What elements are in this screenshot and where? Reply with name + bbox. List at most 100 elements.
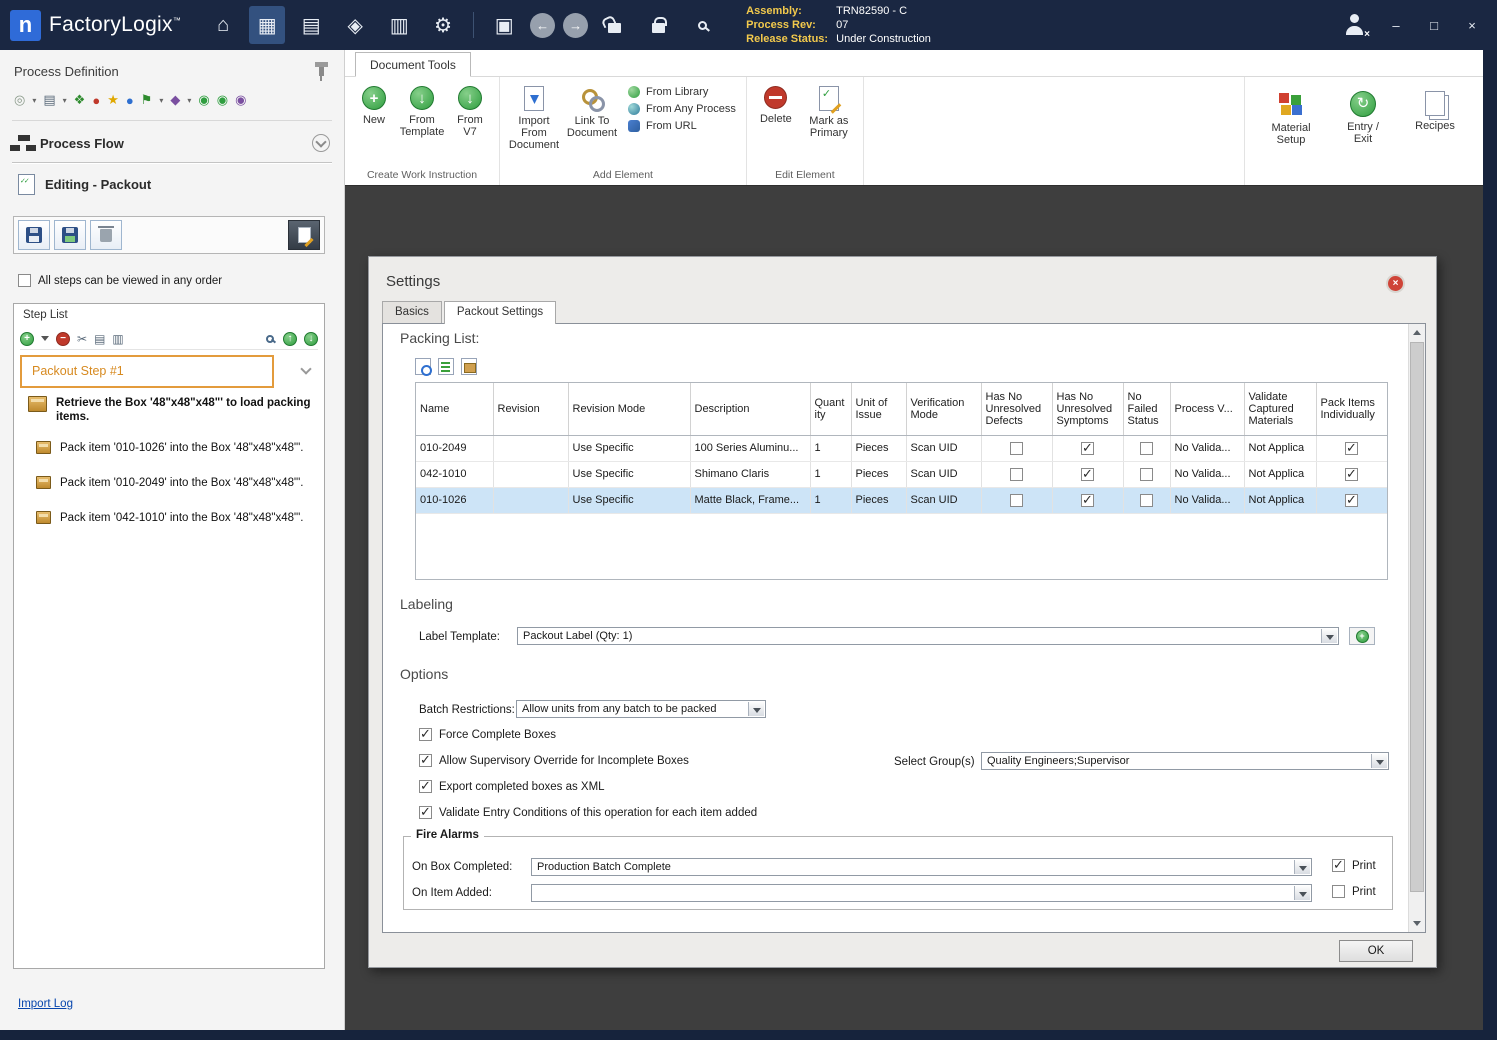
toolbar-icon[interactable]: ◎: [14, 92, 25, 108]
cut-icon[interactable]: ✂: [77, 332, 87, 346]
label-template-select[interactable]: Packout Label (Qty: 1): [517, 627, 1339, 645]
print-on-item-checkbox[interactable]: [1332, 885, 1345, 898]
delete-element-button[interactable]: Delete: [753, 82, 799, 129]
refresh-icon[interactable]: ◉: [217, 92, 228, 108]
new-button[interactable]: + New: [351, 82, 397, 130]
save-document-button[interactable]: [18, 220, 50, 250]
pack-individually-checkbox[interactable]: [1345, 440, 1358, 456]
navigator-icon[interactable]: ◈: [337, 6, 373, 44]
table-row[interactable]: 010-1026 Use Specific Matte Black, Frame…: [416, 487, 1387, 514]
scroll-thumb[interactable]: [1410, 342, 1424, 892]
on-item-added-select[interactable]: [531, 884, 1312, 902]
dropdown-arrow-icon[interactable]: ▾: [32, 96, 36, 105]
symptoms-checkbox[interactable]: [1081, 466, 1094, 482]
print-icon[interactable]: ▤: [43, 92, 55, 108]
dropdown-arrow-icon[interactable]: [1294, 886, 1310, 900]
step-action-pack-1[interactable]: Pack item '010-1026' into the Box '48"x4…: [36, 441, 318, 455]
col-header[interactable]: Unit of Issue: [851, 383, 907, 436]
step-action-pack-2[interactable]: Pack item '010-2049' into the Box '48"x4…: [36, 476, 318, 490]
paste-icon[interactable]: ▥: [112, 332, 123, 346]
sync-icon[interactable]: ◉: [198, 92, 209, 108]
package-icon[interactable]: ◆: [170, 92, 180, 108]
dropdown-arrow-icon[interactable]: [1294, 860, 1310, 874]
process-editor-icon[interactable]: ▦: [249, 6, 286, 44]
history-icon[interactable]: ◉: [235, 92, 246, 108]
on-box-completed-select[interactable]: Production Batch Complete: [531, 858, 1312, 876]
col-header[interactable]: Process V...: [1170, 383, 1245, 436]
from-template-button[interactable]: ↓ From Template: [399, 82, 445, 142]
from-v7-button[interactable]: ↓ From V7: [447, 82, 493, 142]
pack-individually-checkbox[interactable]: [1345, 492, 1358, 508]
column-options-icon[interactable]: [438, 358, 454, 375]
minimize-button[interactable]: –: [1387, 18, 1405, 33]
home-icon[interactable]: ⌂: [205, 6, 241, 44]
supervisory-override-checkbox[interactable]: [419, 752, 432, 768]
force-complete-checkbox[interactable]: [419, 726, 432, 742]
batch-restrictions-select[interactable]: Allow units from any batch to be packed: [516, 700, 766, 718]
failed-status-checkbox[interactable]: [1140, 493, 1153, 507]
import-from-document-button[interactable]: Import From Document: [506, 82, 562, 155]
step-action-pack-3[interactable]: Pack item '042-1010' into the Box '48"x4…: [36, 511, 318, 525]
import-document-button[interactable]: [54, 220, 86, 250]
add-step-button[interactable]: +: [20, 331, 34, 346]
reports-icon[interactable]: ▥: [381, 6, 417, 44]
edit-work-instruction-button[interactable]: [288, 220, 320, 250]
network-icon[interactable]: ❖: [74, 92, 86, 108]
col-header[interactable]: Quantity: [810, 383, 852, 436]
col-header[interactable]: No Failed Status: [1123, 383, 1171, 436]
symptoms-checkbox[interactable]: [1081, 440, 1094, 456]
copy-icon[interactable]: ▤: [94, 332, 105, 346]
symptoms-checkbox[interactable]: [1081, 492, 1094, 508]
undo-icon[interactable]: ←: [530, 12, 556, 38]
col-header[interactable]: Validate Captured Materials: [1244, 383, 1317, 436]
step-expand-chevron-icon[interactable]: [300, 363, 312, 375]
col-header[interactable]: Name: [416, 383, 494, 436]
defects-checkbox[interactable]: [1010, 467, 1023, 481]
save-icon[interactable]: ▣: [486, 6, 522, 44]
flag-icon[interactable]: ⚑: [141, 92, 153, 108]
tab-document-tools[interactable]: Document Tools: [355, 52, 471, 77]
dropdown-arrow-icon[interactable]: [748, 702, 764, 716]
material-setup-button[interactable]: Material Setup: [1263, 87, 1319, 150]
documents-icon[interactable]: ▤: [293, 6, 329, 44]
move-step-up-button[interactable]: ↑: [283, 331, 297, 346]
close-button[interactable]: ×: [1463, 18, 1481, 33]
dialog-close-button[interactable]: ×: [1388, 276, 1403, 291]
settings-gear-icon[interactable]: ⚙: [425, 6, 461, 44]
col-header[interactable]: Pack Items Individually: [1316, 383, 1387, 436]
dialog-scrollbar[interactable]: [1408, 324, 1425, 932]
collapse-chevron-icon[interactable]: [312, 134, 330, 152]
step-action-retrieve[interactable]: Retrieve the Box '48"x48"x48"' to load p…: [28, 396, 318, 424]
table-row[interactable]: 042-1010 Use Specific Shimano Claris 1 P…: [416, 461, 1387, 488]
package-item-icon[interactable]: [461, 358, 477, 375]
redo-icon[interactable]: →: [563, 12, 589, 38]
from-any-process-button[interactable]: From Any Process: [628, 103, 736, 115]
pack-individually-checkbox[interactable]: [1345, 466, 1358, 482]
add-label-template-button[interactable]: +: [1349, 627, 1375, 645]
scroll-down-arrow[interactable]: [1409, 915, 1425, 932]
star-icon[interactable]: ★: [107, 92, 119, 108]
entry-exit-button[interactable]: ↻ Entry / Exit: [1335, 87, 1391, 149]
dropdown-arrow-icon[interactable]: ▾: [159, 96, 163, 105]
col-header[interactable]: Description: [690, 383, 811, 436]
zoom-step-icon[interactable]: [266, 334, 274, 343]
person-blue-icon[interactable]: ●: [126, 93, 134, 108]
defects-checkbox[interactable]: [1010, 441, 1023, 455]
col-header[interactable]: Has No Unresolved Defects: [981, 383, 1053, 436]
select-groups-select[interactable]: Quality Engineers;Supervisor: [981, 752, 1389, 770]
dropdown-arrow-icon[interactable]: ▾: [187, 96, 191, 105]
process-flow-label[interactable]: Process Flow: [40, 136, 124, 151]
pin-icon[interactable]: [315, 62, 328, 81]
user-logout-icon[interactable]: ×: [1343, 14, 1370, 40]
dropdown-arrow-icon[interactable]: [1371, 754, 1387, 768]
defects-checkbox[interactable]: [1010, 493, 1023, 507]
dropdown-arrow-icon[interactable]: [1321, 629, 1337, 643]
ok-button[interactable]: OK: [1339, 940, 1413, 962]
export-xml-checkbox[interactable]: [419, 778, 432, 794]
link-to-document-button[interactable]: Link To Document: [564, 82, 620, 143]
find-item-icon[interactable]: [415, 358, 432, 376]
add-step-menu-arrow[interactable]: [41, 336, 49, 345]
failed-status-checkbox[interactable]: [1140, 467, 1153, 481]
person-red-icon[interactable]: ●: [92, 93, 100, 108]
mark-as-primary-button[interactable]: Mark as Primary: [801, 82, 857, 143]
